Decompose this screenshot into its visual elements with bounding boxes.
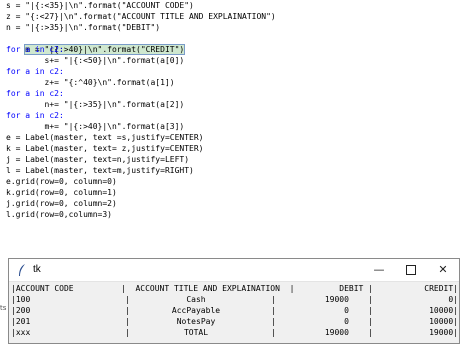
- header-credit: CREDIT|: [424, 284, 458, 293]
- code-line: l.grid(row=0,column=3): [6, 210, 112, 219]
- code-line: for a in c2:: [6, 67, 64, 76]
- debit-cell: 0 |: [344, 317, 373, 326]
- maximize-button[interactable]: [395, 259, 427, 281]
- header-account-code: |ACCOUNT CODE: [11, 284, 74, 293]
- account-code-cell: |200: [11, 306, 31, 315]
- table-row: |201 | NotesPay | 0 | 10000|: [9, 316, 459, 327]
- code-line: for a in c2:: [6, 111, 64, 120]
- credit-cell: 10000|: [429, 317, 458, 326]
- table-row: |200 | AccPayable | 0 | 10000|: [9, 305, 459, 316]
- code-line: n = "|{:>35}|\n".format("DEBIT"): [6, 23, 161, 32]
- code-line: for a in c2:: [6, 89, 64, 98]
- header-account-title: | ACCOUNT TITLE AND EXPLAINATION |: [121, 284, 295, 293]
- account-title-cell: TOTAL: [183, 328, 209, 337]
- table-header-row: |ACCOUNT CODE | ACCOUNT TITLE AND EXPLAI…: [9, 283, 459, 294]
- code-line: s = "|{:<35}|\n".format("ACCOUNT CODE"): [6, 1, 194, 10]
- tk-window[interactable]: tk — ✕ |ACCOUNT CODE | ACCOUNT TITLE AND…: [8, 258, 460, 344]
- code-line: z = "{:<27}|\n".format("ACCOUNT TITLE AN…: [6, 12, 276, 21]
- code-line-highlighted: m = "|{:>40}|\n".format("CREDIT"): [6, 33, 186, 55]
- code-line: m+= "|{:>40}|\n".format(a[3]): [6, 122, 185, 131]
- code-line: k = Label(master, text= z,justify=CENTER…: [6, 144, 204, 153]
- account-title-cell: NotesPay: [176, 317, 216, 326]
- minimize-button[interactable]: —: [363, 259, 395, 281]
- debit-cell: 19000 |: [324, 295, 373, 304]
- code-line: z+= "{:^40}\n".format(a[1]): [6, 78, 175, 87]
- code-line: s+= "|{:<50}|\n".format(a[0]): [6, 56, 185, 65]
- close-icon: ✕: [438, 263, 448, 276]
- credit-cell: 19000|: [429, 328, 458, 337]
- minimize-icon: —: [373, 263, 385, 276]
- code-line: n+= "|{:>35}|\n".format(a[2]): [6, 100, 185, 109]
- close-button[interactable]: ✕: [427, 259, 459, 281]
- table-row: |100 | Cash | 19000 | 0|: [9, 294, 459, 305]
- account-code-cell: |100: [11, 295, 31, 304]
- title-bar[interactable]: tk — ✕: [9, 259, 459, 282]
- code-line: j.grid(row=0, column=2): [6, 199, 117, 208]
- maximize-icon: [406, 265, 416, 275]
- credit-cell: 10000|: [429, 306, 458, 315]
- code-line: e = Label(master, text =s,justify=CENTER…: [6, 133, 204, 142]
- feather-icon: [19, 264, 25, 276]
- editor-side-text: ts: [0, 304, 7, 312]
- code-editor[interactable]: s = "|{:<35}|\n".format("ACCOUNT CODE") …: [0, 0, 474, 258]
- debit-cell: 0 |: [344, 306, 373, 315]
- credit-cell: 0|: [448, 295, 458, 304]
- code-line: e.grid(row=0, column=0): [6, 177, 117, 186]
- code-line: k.grid(row=0, column=1): [6, 188, 117, 197]
- account-title-cell: AccPayable: [171, 306, 221, 315]
- code-line: for a in c2:: [6, 45, 64, 54]
- window-title: tk: [33, 264, 41, 275]
- account-code-cell: |201: [11, 317, 31, 326]
- debit-cell: 19000 |: [324, 328, 373, 337]
- account-code-cell: |xxx: [11, 328, 31, 337]
- code-line: j = Label(master, text=n,justify=LEFT): [6, 155, 190, 164]
- table-row: |xxx | TOTAL | 19000 | 19000|: [9, 327, 459, 338]
- header-debit: DEBIT |: [339, 284, 373, 293]
- account-title-cell: Cash: [186, 295, 206, 304]
- code-line: l = Label(master, text=m,justify=RIGHT): [6, 166, 194, 175]
